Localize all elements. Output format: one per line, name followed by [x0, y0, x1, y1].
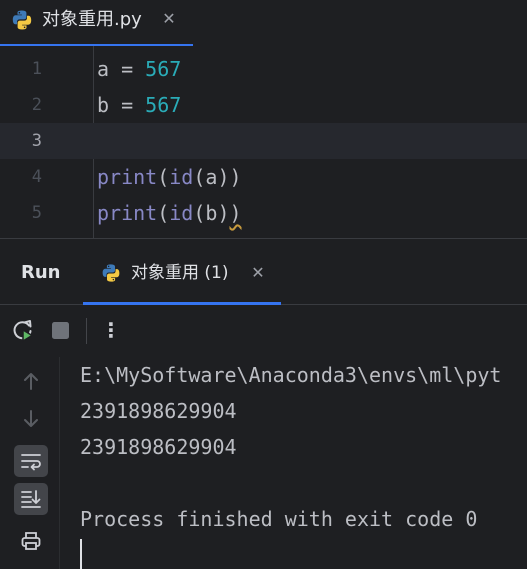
code-token: b = — [97, 93, 146, 117]
run-window-title: Run — [21, 262, 61, 283]
console-line: 2391898629904 — [80, 435, 237, 459]
code-token: (a)) — [193, 165, 242, 189]
run-tab-label: 对象重用 (1) — [131, 263, 229, 283]
console-output[interactable]: E:\MySoftware\Anaconda3\envs\ml\pyt 23918… — [80, 357, 527, 569]
close-icon[interactable]: ✕ — [160, 8, 178, 30]
code-token: id — [169, 165, 194, 189]
code-token: 567 — [145, 93, 182, 117]
code-token: print — [97, 165, 158, 189]
code-token: 567 — [145, 57, 182, 81]
code-text: print(id(b)) — [97, 195, 242, 231]
code-text: b = 567 — [97, 87, 181, 123]
run-toolbar: ⋮ — [0, 305, 527, 357]
toolbar-separator — [86, 318, 87, 344]
editor-tab-bar: 对象重用.py ✕ — [0, 0, 527, 46]
rerun-icon[interactable] — [10, 317, 36, 343]
run-tool-window: Run 对象重用 (1) ✕ ⋮ E:\MySoftware\Anaconda3… — [0, 238, 527, 569]
code-token: a = — [97, 57, 146, 81]
print-icon[interactable] — [14, 525, 48, 557]
code-editor[interactable]: 1a = 567 2 b = 567 3 4 print(id(a)) 5 print(id(… — [0, 46, 527, 238]
run-header: Run 对象重用 (1) ✕ — [0, 239, 527, 305]
code-text: print(id(a)) — [97, 159, 242, 195]
code-token: (b) — [193, 201, 230, 225]
line-number: 5 — [31, 203, 42, 223]
stop-icon[interactable] — [48, 317, 74, 343]
scroll-to-end-icon[interactable] — [14, 483, 48, 515]
console-line: 2391898629904 — [80, 399, 237, 423]
close-icon[interactable]: ✕ — [249, 261, 267, 285]
line-number: 1 — [31, 59, 42, 79]
code-line[interactable]: 1 a = 567 — [0, 51, 527, 87]
code-line[interactable]: 5 print(id(b)) — [0, 195, 527, 231]
code-line[interactable]: 4 print(id(a)) — [0, 159, 527, 195]
line-number: 3 — [31, 131, 42, 151]
code-token: id — [169, 201, 194, 225]
code-token: ) — [229, 201, 242, 225]
console-side-toolbar — [0, 357, 60, 569]
line-number: 2 — [31, 95, 42, 115]
code-token: print — [97, 201, 158, 225]
scroll-down-icon[interactable] — [14, 403, 48, 435]
python-file-icon — [11, 9, 33, 35]
console-line: E:\MySoftware\Anaconda3\envs\ml\pyt — [80, 363, 502, 387]
code-token: ( — [157, 165, 170, 189]
ide-window: 对象重用.py ✕ 1a = 567 2 b = 567 3 4 print(id(a))… — [0, 0, 527, 569]
soft-wrap-icon[interactable] — [14, 445, 48, 477]
line-number: 4 — [31, 167, 42, 187]
editor-tab-label: 对象重用.py — [42, 9, 142, 30]
editor-tab[interactable]: 对象重用.py ✕ — [0, 0, 193, 46]
text-caret — [80, 539, 82, 569]
more-options-icon[interactable]: ⋮ — [100, 315, 122, 345]
run-config-tab[interactable]: 对象重用 (1) ✕ — [83, 239, 281, 305]
code-token: ( — [157, 201, 170, 225]
console-line: Process finished with exit code 0 — [80, 507, 478, 531]
python-run-config-icon — [101, 263, 121, 287]
scroll-up-icon[interactable] — [14, 365, 48, 397]
code-text: a = 567 — [97, 51, 181, 87]
code-line[interactable]: 2 b = 567 — [0, 87, 527, 123]
code-line[interactable]: 3 — [0, 123, 527, 159]
